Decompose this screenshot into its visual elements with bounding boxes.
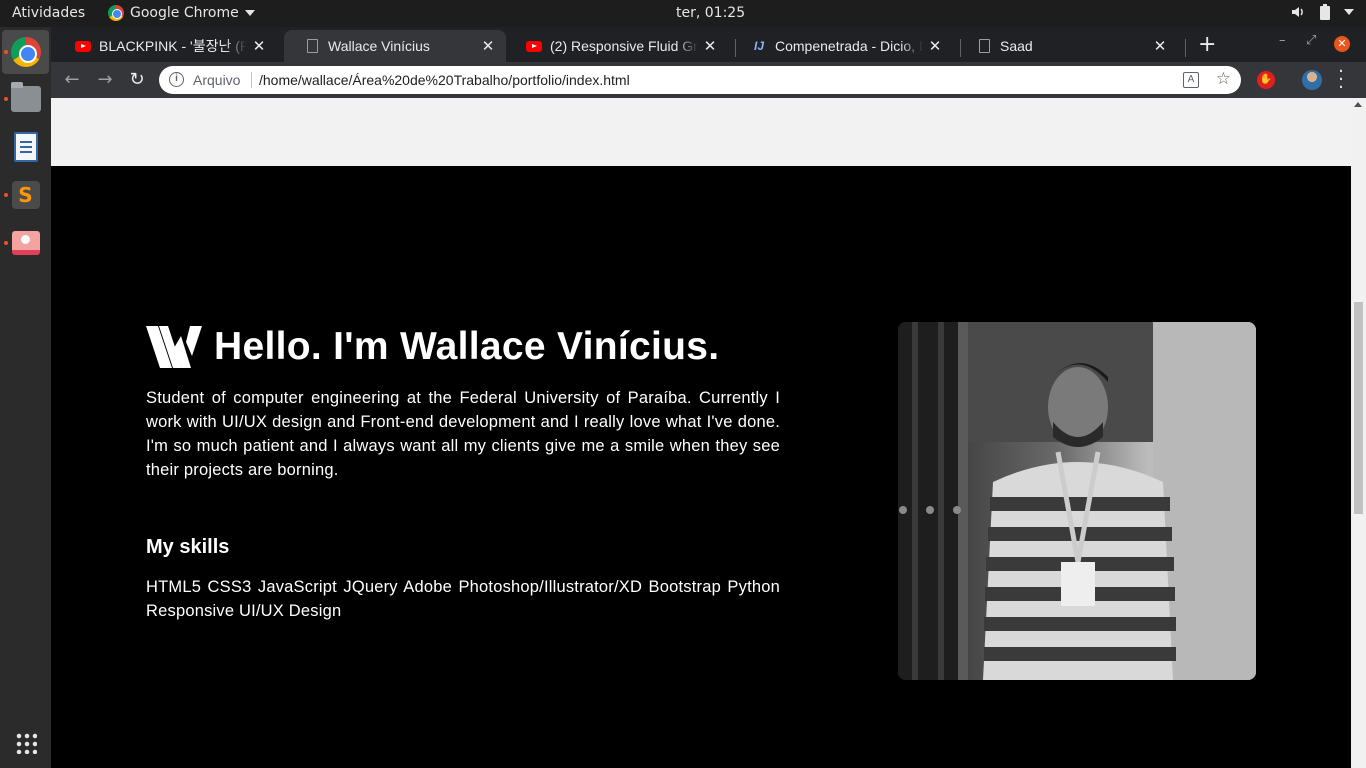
running-indicator	[4, 193, 8, 197]
profile-avatar[interactable]	[1302, 70, 1322, 90]
extension-adblock-icon[interactable]: ✋	[1257, 71, 1275, 89]
youtube-icon	[526, 38, 542, 54]
tab-title: (2) Responsive Fluid Grid	[550, 38, 698, 54]
youtube-icon	[75, 38, 91, 54]
skills-list: HTML5 CSS3 JavaScript JQuery Adobe Photo…	[146, 578, 780, 620]
address-bar[interactable]: i Arquivo /home/wallace/Área%20de%20Trab…	[159, 66, 1241, 94]
dock-item-files[interactable]	[2, 77, 49, 121]
page-icon	[304, 38, 320, 54]
page-title: Hello. I'm Wallace Vinícius.	[146, 322, 780, 372]
tab-close-icon[interactable]: ✕	[698, 37, 722, 55]
volume-icon	[1292, 7, 1303, 17]
tab-strip: BLACKPINK - '불장난 (PLAYING WITH FIRE)' M/…	[51, 27, 1366, 62]
tab-blackpink[interactable]: BLACKPINK - '불장난 (PLAYING WITH FIRE)' M/…	[55, 30, 277, 62]
chrome-icon	[108, 5, 124, 21]
address-scheme: Arquivo	[193, 72, 241, 88]
document-icon	[13, 132, 38, 162]
app-menu-label: Google Chrome	[130, 5, 239, 21]
dock-item-sublime[interactable]: S	[2, 173, 49, 217]
divider	[251, 72, 252, 88]
clock[interactable]: ter, 01:25	[676, 5, 745, 21]
address-url[interactable]: /home/wallace/Área%20de%20Trabalho/portf…	[259, 72, 630, 88]
show-applications-button[interactable]	[2, 721, 49, 765]
wv-logo-icon	[146, 326, 202, 368]
dock: S	[0, 27, 51, 768]
profile-photo	[898, 322, 1256, 680]
chevron-down-icon	[1344, 9, 1354, 15]
scrollbar-thumb[interactable]	[1354, 302, 1363, 514]
tab-compenetrada[interactable]: IJ Compenetrada - Dicio, Dicionário Onli…	[731, 30, 953, 62]
tab-responsive-fluid-grid[interactable]: (2) Responsive Fluid Grid ✕	[506, 30, 728, 62]
dock-item-chrome[interactable]	[2, 30, 49, 74]
battery-icon	[1320, 4, 1330, 20]
heading-text: Hello. I'm Wallace Vinícius.	[214, 325, 720, 368]
tab-close-icon[interactable]: ✕	[923, 37, 947, 55]
photo-icon	[11, 231, 40, 255]
apps-grid-icon	[14, 732, 37, 754]
skills-heading: My skills	[146, 536, 230, 558]
tab-title: Wallace Vinícius	[328, 38, 430, 54]
gnome-top-bar: Atividades Google Chrome ter, 01:25	[0, 0, 1366, 27]
tab-close-icon[interactable]: ✕	[476, 37, 500, 55]
menu-dots-icon[interactable]: · · ·	[1336, 63, 1346, 97]
translate-icon[interactable]: A	[1183, 72, 1199, 88]
chrome-icon	[10, 37, 41, 67]
page-icon	[976, 38, 992, 54]
close-icon[interactable]: ✕	[1334, 36, 1350, 52]
vertical-scrollbar[interactable]	[1351, 98, 1366, 768]
dock-item-photos[interactable]	[2, 221, 49, 265]
tab-title: Compenetrada - Dicio, Dicionário Online	[775, 38, 923, 54]
dock-item-writer[interactable]	[2, 125, 49, 169]
portrait-image	[898, 322, 1256, 680]
maximize-icon[interactable]: ⤢	[1306, 33, 1316, 48]
app-menu[interactable]: Google Chrome	[108, 5, 255, 21]
about-section: Hello. I'm Wallace Vinícius. Student of …	[146, 322, 780, 623]
info-icon[interactable]: i	[169, 72, 184, 87]
tab-title: Saad	[1000, 38, 1033, 54]
forward-icon[interactable]: →	[94, 69, 116, 90]
tab-separator	[1185, 39, 1186, 57]
new-tab-button[interactable]: +	[1198, 32, 1216, 57]
bookmark-star-icon[interactable]: ☆	[1216, 69, 1231, 89]
back-icon[interactable]: ←	[61, 69, 83, 90]
scroll-up-icon[interactable]	[1354, 102, 1362, 107]
running-indicator	[4, 241, 8, 245]
tab-title: BLACKPINK - '불장난 (PLAYING WITH FIRE)' M/…	[99, 38, 247, 54]
tab-wallace-vinicius[interactable]: Wallace Vinícius ✕	[284, 30, 506, 62]
page-viewport: Hello. I'm Wallace Vinícius. Student of …	[51, 98, 1366, 768]
tab-close-icon[interactable]: ✕	[1148, 37, 1172, 55]
chevron-down-icon	[244, 10, 255, 16]
minimize-icon[interactable]: –	[1279, 33, 1286, 48]
tab-close-icon[interactable]: ✕	[247, 37, 271, 55]
sublime-icon: S	[11, 181, 40, 209]
system-menu[interactable]	[1290, 4, 1354, 20]
files-icon	[10, 82, 41, 112]
page-header-area	[51, 98, 1351, 166]
browser-toolbar: ← → ↻ i Arquivo /home/wallace/Área%20de%…	[51, 62, 1366, 98]
running-indicator	[4, 50, 8, 54]
dicio-icon: IJ	[753, 39, 764, 53]
activities-button[interactable]: Atividades	[12, 5, 85, 21]
tab-saad[interactable]: Saad ✕	[956, 30, 1178, 62]
running-indicator	[4, 97, 8, 101]
reload-icon[interactable]: ↻	[126, 69, 148, 90]
bio-paragraph: Student of computer engineering at the F…	[146, 389, 780, 479]
